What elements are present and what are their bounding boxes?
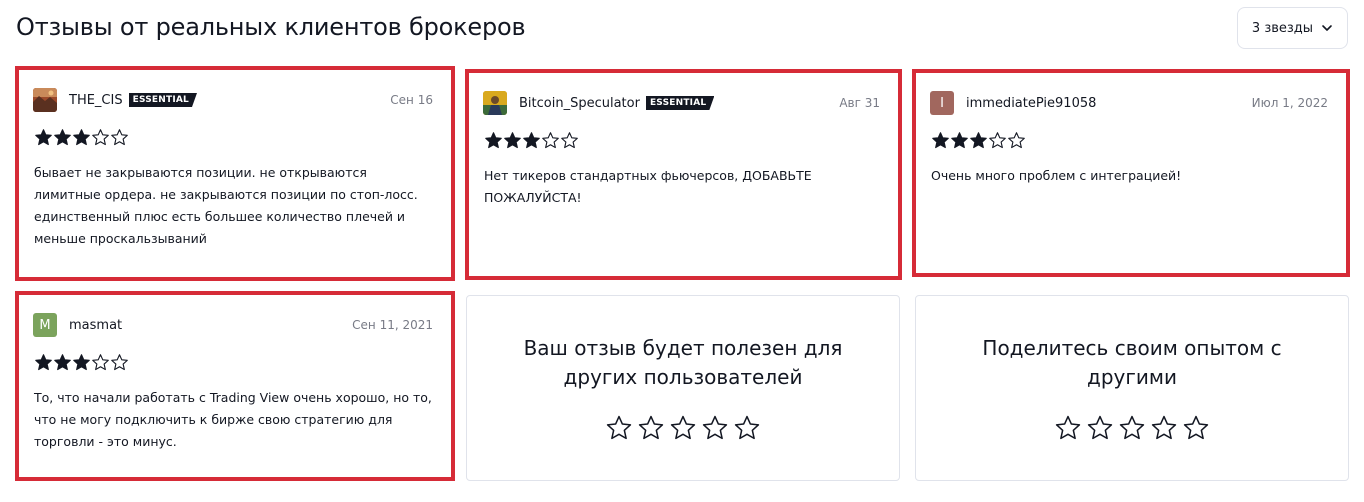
page-title: Отзывы от реальных клиентов брокеров [16, 13, 526, 41]
star-filled-icon [932, 132, 949, 149]
avatar[interactable] [33, 88, 57, 112]
star-rating [931, 131, 1026, 150]
star-filled-icon [73, 129, 90, 146]
plan-badge: ESSENTIAL [129, 93, 197, 107]
star-filled-icon [54, 354, 71, 371]
star-empty-icon [92, 354, 109, 371]
star-empty-icon [561, 132, 578, 149]
rating-filter-label: 3 звезды [1251, 20, 1314, 36]
cta-title: Поделитесь своим опытом с другими [982, 336, 1282, 389]
landscape-avatar-icon [33, 88, 57, 112]
review-text: Нет тикеров стандартных фьючерсов, ДОБАВ… [484, 168, 812, 205]
star-empty-icon[interactable] [1182, 414, 1210, 442]
star-empty-icon [111, 129, 128, 146]
trader-avatar-icon [483, 91, 507, 115]
rating-filter-dropdown[interactable]: 3 звезды [1237, 7, 1348, 49]
star-filled-icon [485, 132, 502, 149]
plan-badge: ESSENTIAL [646, 96, 714, 110]
review-author[interactable]: immediatePie91058 [966, 96, 1096, 111]
star-rating [34, 353, 129, 372]
review-card: M masmat Сен 11, 2021 То, что начали раб… [15, 291, 455, 481]
star-filled-icon [523, 132, 540, 149]
review-card: THE_CIS ESSENTIAL Сен 16 бывает не закры… [15, 66, 455, 281]
review-author[interactable]: THE_CIS [69, 93, 123, 108]
star-filled-icon [951, 132, 968, 149]
star-rating [484, 131, 579, 150]
star-empty-icon[interactable] [637, 414, 665, 442]
review-card: Bitcoin_Speculator ESSENTIAL Авг 31 Нет … [465, 69, 902, 280]
review-author[interactable]: Bitcoin_Speculator [519, 96, 640, 111]
review-header: Bitcoin_Speculator ESSENTIAL Авг 31 [483, 91, 880, 115]
star-filled-icon [35, 129, 52, 146]
review-author[interactable]: masmat [69, 318, 122, 333]
star-empty-icon [989, 132, 1006, 149]
review-date: Сен 16 [390, 93, 433, 107]
avatar-letter: I [940, 95, 944, 111]
write-review-card: Ваш отзыв будет полезен для других польз… [466, 295, 900, 481]
review-text: То, что начали работать с Trading View о… [34, 390, 432, 449]
star-empty-icon[interactable] [701, 414, 729, 442]
rate-stars-input[interactable] [916, 414, 1348, 442]
star-rating [34, 128, 129, 147]
review-text: Очень много проблем с интеграцией! [931, 168, 1182, 183]
review-header: M masmat Сен 11, 2021 [33, 313, 433, 337]
star-filled-icon [504, 132, 521, 149]
star-empty-icon[interactable] [605, 414, 633, 442]
avatar[interactable] [483, 91, 507, 115]
star-filled-icon [54, 129, 71, 146]
chevron-down-icon [1322, 25, 1332, 31]
star-empty-icon [111, 354, 128, 371]
star-empty-icon[interactable] [733, 414, 761, 442]
star-empty-icon [92, 129, 109, 146]
review-header: THE_CIS ESSENTIAL Сен 16 [33, 88, 433, 112]
review-date: Сен 11, 2021 [352, 318, 433, 332]
review-date: Июл 1, 2022 [1251, 96, 1328, 110]
avatar-letter: M [39, 317, 51, 333]
rate-stars-input[interactable] [467, 414, 899, 442]
star-empty-icon[interactable] [1086, 414, 1114, 442]
star-empty-icon[interactable] [1054, 414, 1082, 442]
review-text: бывает не закрываются позиции. не открыв… [34, 165, 418, 246]
star-empty-icon[interactable] [1150, 414, 1178, 442]
star-filled-icon [970, 132, 987, 149]
review-header: I immediatePie91058 Июл 1, 2022 [930, 91, 1328, 115]
share-experience-card: Поделитесь своим опытом с другими [915, 295, 1349, 481]
star-empty-icon[interactable] [669, 414, 697, 442]
avatar[interactable]: M [33, 313, 57, 337]
star-empty-icon[interactable] [1118, 414, 1146, 442]
cta-title: Ваш отзыв будет полезен для других польз… [523, 336, 843, 389]
star-empty-icon [1008, 132, 1025, 149]
avatar[interactable]: I [930, 91, 954, 115]
star-filled-icon [73, 354, 90, 371]
star-empty-icon [542, 132, 559, 149]
star-filled-icon [35, 354, 52, 371]
review-card: I immediatePie91058 Июл 1, 2022 Очень мн… [912, 69, 1350, 277]
review-date: Авг 31 [839, 96, 880, 110]
